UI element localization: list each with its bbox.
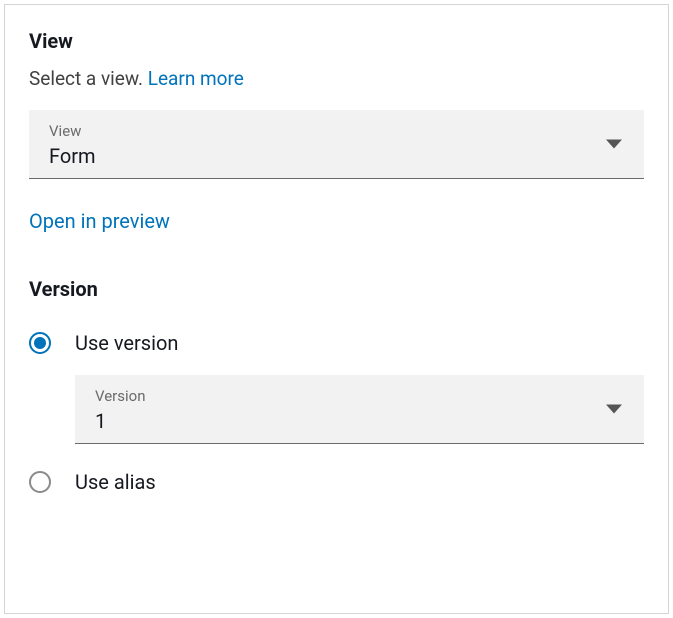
learn-more-link[interactable]: Learn more [148,67,244,90]
version-select[interactable]: Version 1 [75,375,644,444]
use-alias-label: Use alias [75,470,156,494]
version-select-value: 1 [95,409,628,433]
use-version-radio[interactable] [29,332,51,354]
view-select-value: Form [49,144,628,168]
view-version-panel: View Select a view. Learn more View Form… [4,4,669,614]
view-heading: View [29,29,644,53]
chevron-down-icon [606,140,622,149]
view-select[interactable]: View Form [29,110,644,179]
view-subtext: Select a view. Learn more [29,67,644,90]
view-select-label: View [49,122,628,140]
chevron-down-icon [606,405,622,414]
version-select-label: Version [95,387,628,405]
version-heading: Version [29,277,644,301]
view-subtext-text: Select a view. [29,67,148,90]
use-version-label: Use version [75,331,178,355]
use-alias-option[interactable]: Use alias [29,470,644,494]
use-version-option[interactable]: Use version [29,331,644,355]
open-in-preview-link[interactable]: Open in preview [29,209,644,233]
use-alias-radio[interactable] [29,471,51,493]
